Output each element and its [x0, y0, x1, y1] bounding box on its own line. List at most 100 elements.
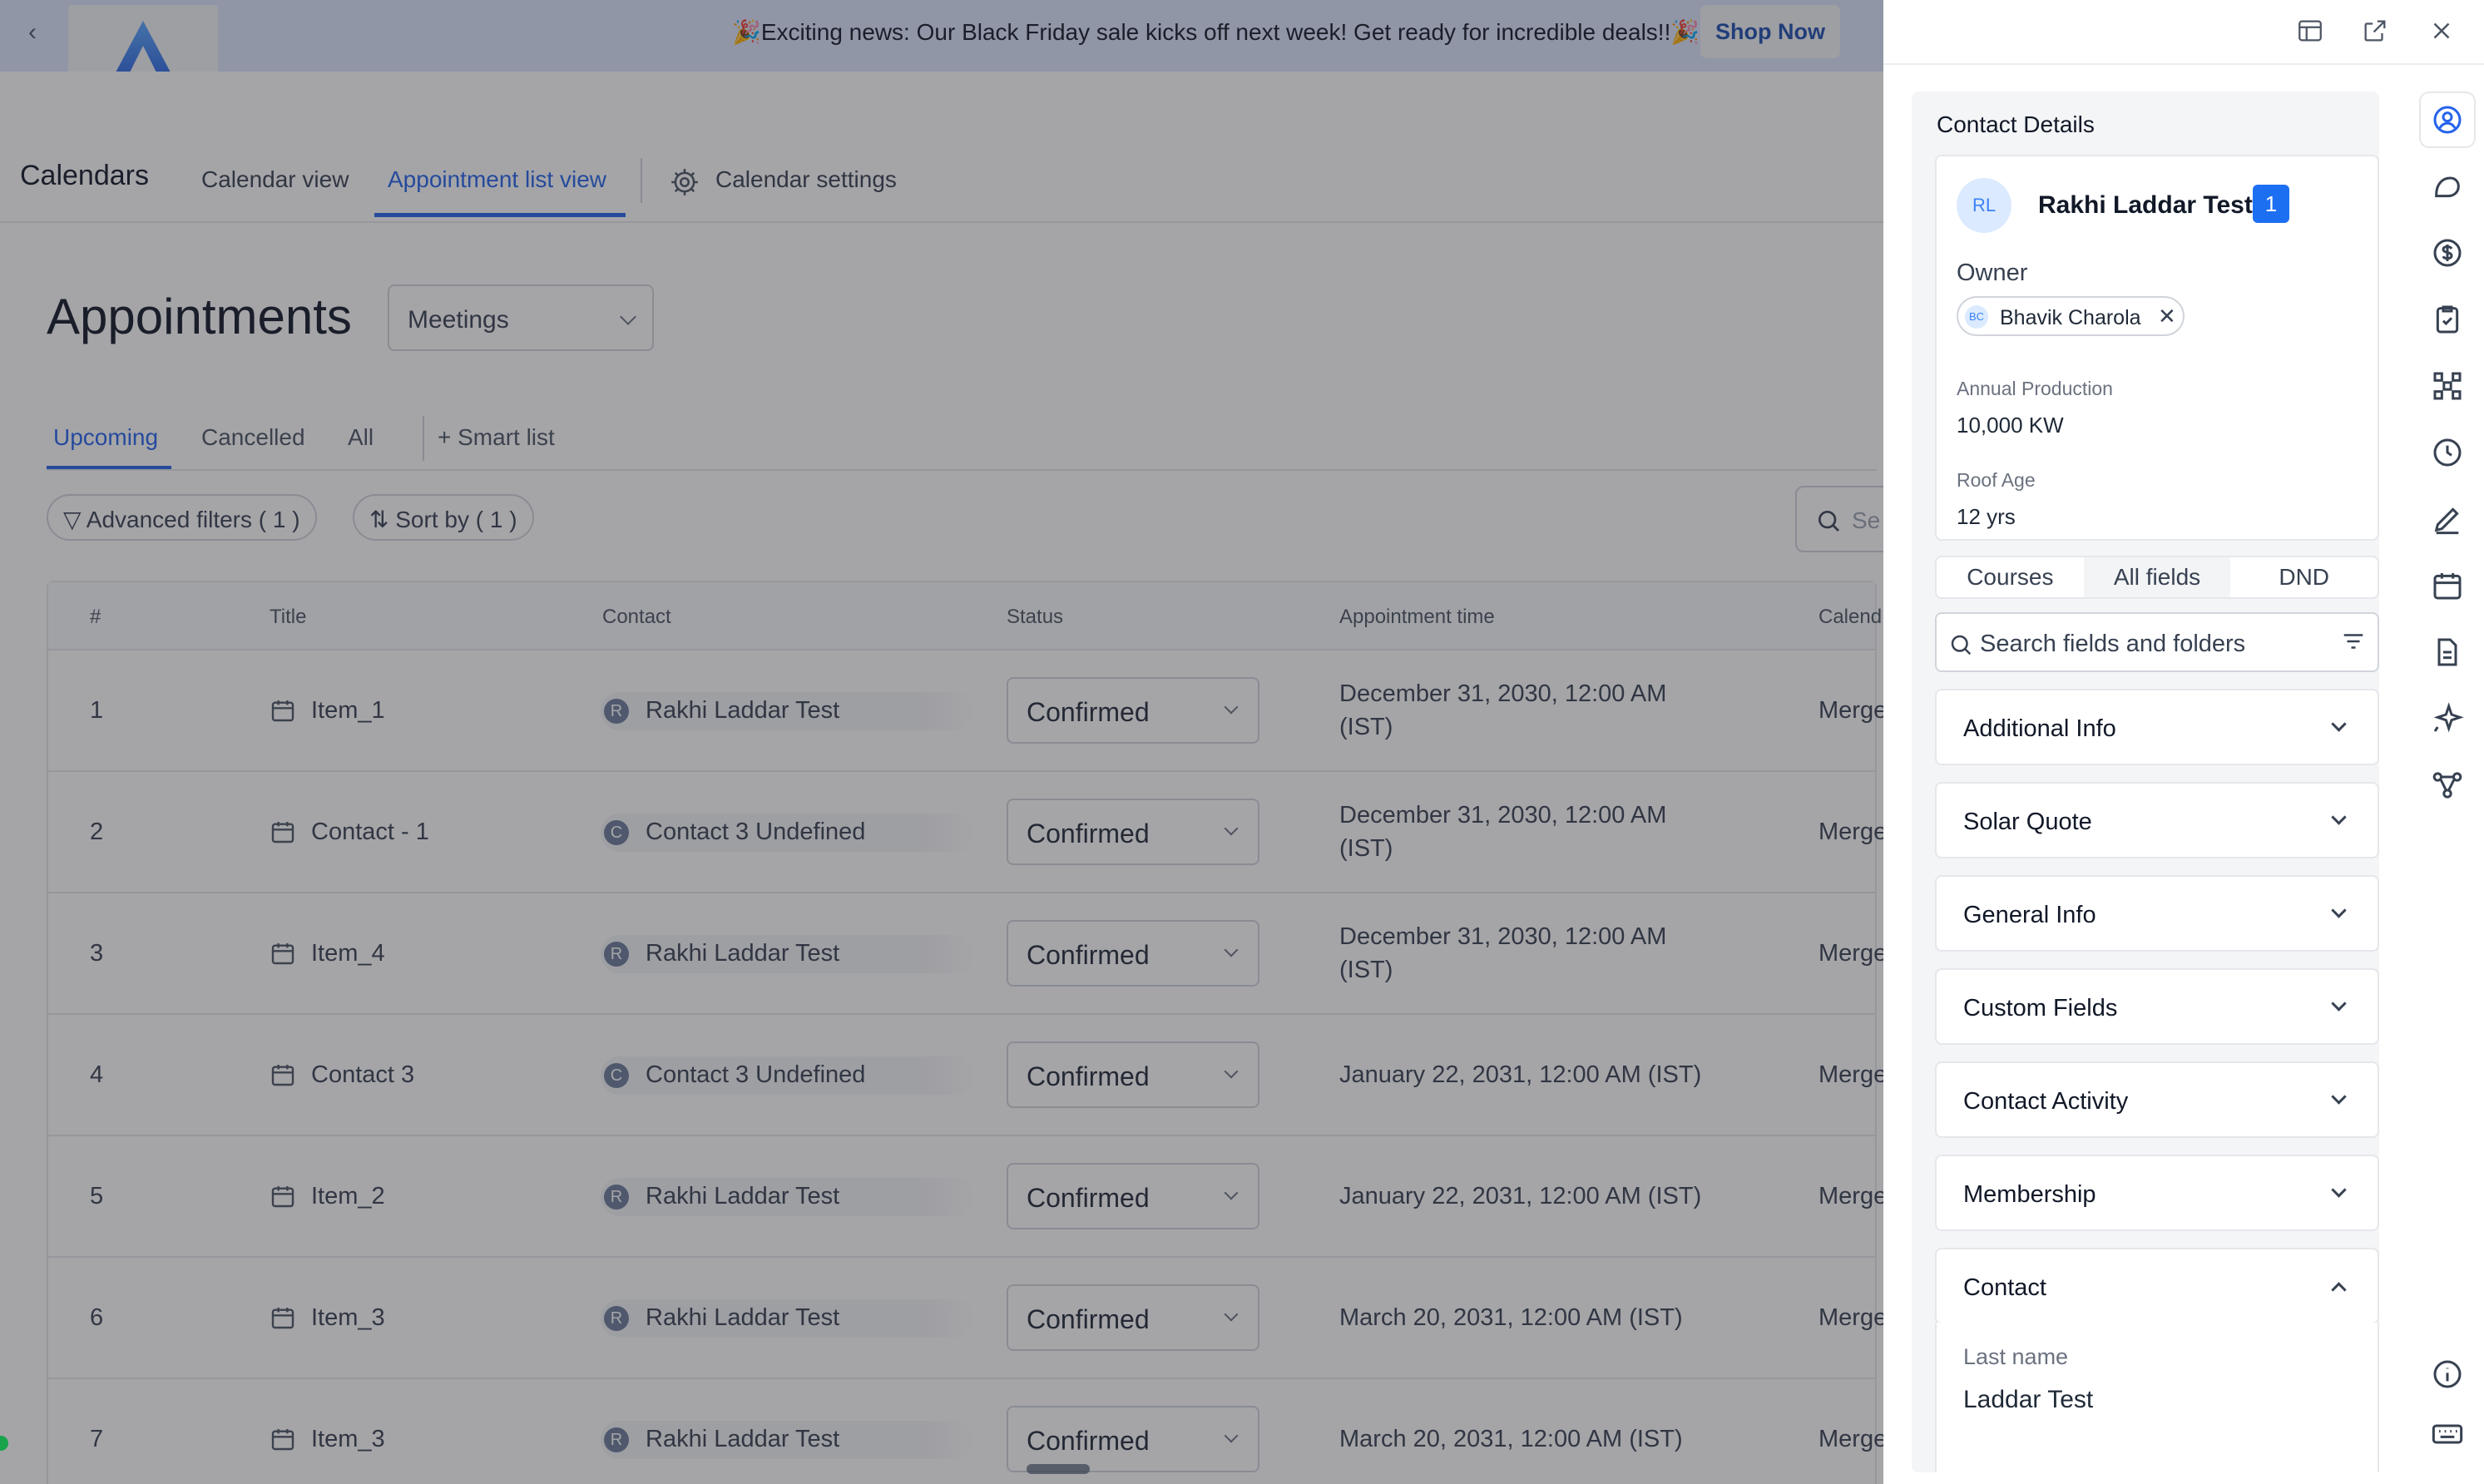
table-header: # Title Contact Status Appointment time … — [48, 582, 1882, 650]
contact-details-panel: Contact Details RL Rakhi Laddar Test 1 O… — [1912, 92, 2379, 1472]
section-custom-fields[interactable]: Custom Fields — [1935, 968, 2379, 1045]
chevron-down-icon — [1224, 1185, 1239, 1200]
appointment-title[interactable]: Contact - 1 — [311, 819, 429, 846]
remove-owner-icon[interactable]: ✕ — [2158, 304, 2176, 329]
tab-cancelled[interactable]: Cancelled — [201, 424, 305, 451]
annual-production-value: 10,000 KW — [1957, 413, 2064, 438]
contact-name[interactable]: Rakhi Laddar Test — [2038, 191, 2253, 220]
history-icon[interactable] — [2421, 426, 2474, 479]
section-title: General Info — [1963, 902, 2096, 928]
contact-icon[interactable] — [2421, 93, 2474, 146]
appointment-title[interactable]: Item_3 — [311, 1426, 385, 1453]
section-general-info[interactable]: General Info — [1935, 875, 2379, 952]
contact-name[interactable]: Rakhi Laddar Test — [646, 1304, 839, 1332]
section-additional-info[interactable]: Additional Info — [1935, 689, 2379, 765]
appointment-title[interactable]: Contact 3 — [311, 1061, 414, 1089]
nav-divider — [641, 158, 642, 203]
gear-icon[interactable] — [669, 166, 700, 202]
segment-courses[interactable]: Courses — [1937, 557, 2084, 597]
table-row[interactable]: 4 Contact 3 C Contact 3 Undefined Confirmed J… — [48, 1015, 1883, 1136]
appointment-title[interactable]: Item_1 — [311, 697, 385, 725]
calendar-name: Merge — [1818, 1426, 1883, 1452]
tab-calendar-settings[interactable]: Calendar settings — [715, 166, 897, 193]
appointment-title[interactable]: Item_4 — [311, 940, 385, 967]
status-select[interactable]: Confirmed — [1007, 1163, 1259, 1229]
conversation-icon[interactable] — [2421, 160, 2474, 213]
advanced-filters-button[interactable]: ▽ Advanced filters ( 1 ) — [47, 494, 317, 541]
status-select[interactable]: Confirmed — [1007, 1041, 1259, 1108]
status-select[interactable]: Confirmed — [1007, 677, 1259, 744]
section-membership[interactable]: Membership — [1935, 1155, 2379, 1231]
layout-icon[interactable] — [2296, 17, 2324, 49]
horizontal-scrollbar[interactable] — [1027, 1464, 1090, 1474]
calendar-select[interactable]: Meetings — [388, 284, 654, 351]
segment-dnd[interactable]: DND — [2230, 557, 2378, 597]
status-select[interactable]: Confirmed — [1007, 1406, 1259, 1472]
drawer-toolbar — [1883, 0, 2484, 65]
contact-name[interactable]: Rakhi Laddar Test — [646, 1183, 839, 1210]
tab-all[interactable]: All — [348, 424, 374, 451]
info-icon[interactable] — [2421, 1348, 2474, 1401]
row-number: 4 — [90, 1061, 104, 1088]
section-contact-activity[interactable]: Contact Activity — [1935, 1061, 2379, 1138]
calendar-name: Merge — [1818, 819, 1883, 845]
owner-name: Bhavik Charola — [2000, 306, 2141, 329]
document-icon[interactable] — [2421, 626, 2474, 679]
section-solar-quote[interactable]: Solar Quote — [1935, 782, 2379, 858]
open-external-icon[interactable] — [2361, 17, 2389, 49]
owner-chip[interactable]: BC Bhavik Charola ✕ — [1957, 296, 2185, 336]
table-row[interactable]: 3 Item_4 R Rakhi Laddar Test Confirmed Decemb… — [48, 893, 1883, 1015]
contact-name[interactable]: Contact 3 Undefined — [646, 1061, 865, 1089]
network-icon[interactable] — [2421, 359, 2474, 413]
page-title: Appointments — [47, 289, 352, 344]
contact-name[interactable]: Rakhi Laddar Test — [646, 940, 839, 967]
status-select[interactable]: Confirmed — [1007, 920, 1259, 987]
dollar-icon[interactable] — [2421, 226, 2474, 279]
section-contact[interactable]: Contact — [1935, 1248, 2379, 1324]
filter-lines-icon[interactable] — [2341, 629, 2366, 658]
roof-age-label: Roof Age — [1957, 469, 2036, 491]
close-icon[interactable] — [2427, 17, 2456, 49]
keyboard-icon[interactable] — [2421, 1407, 2474, 1461]
contact-avatar: C — [604, 1063, 629, 1088]
fields-search-input[interactable]: Search fields and folders — [1935, 612, 2379, 672]
smart-list-button[interactable]: + Smart list — [438, 424, 555, 451]
search-placeholder: Se — [1852, 507, 1881, 533]
pen-icon[interactable] — [2421, 492, 2474, 546]
appointment-time: March 20, 2031, 12:00 AM (IST) — [1339, 1426, 1683, 1452]
table-row[interactable]: 2 Contact - 1 C Contact 3 Undefined Confirme… — [48, 772, 1883, 893]
status-select[interactable]: Confirmed — [1007, 1284, 1259, 1351]
contact-name[interactable]: Contact 3 Undefined — [646, 819, 865, 846]
back-arrow-icon[interactable]: ‹ — [28, 18, 37, 47]
contact-name[interactable]: Rakhi Laddar Test — [646, 697, 839, 725]
table-row[interactable]: 1 Item_1 R Rakhi Laddar Test Confirmed Decemb… — [48, 650, 1883, 772]
calendar-icon[interactable] — [2421, 559, 2474, 612]
workflow-icon[interactable] — [2421, 759, 2474, 812]
tab-calendar-view[interactable]: Calendar view — [201, 166, 349, 193]
sparkle-icon[interactable] — [2421, 692, 2474, 745]
segment-all-fields[interactable]: All fields — [2083, 557, 2231, 597]
promo-banner: ‹ 🎉Exciting news: Our Black Friday sale … — [0, 0, 1883, 72]
chevron-down-icon — [1224, 942, 1239, 957]
status-select[interactable]: Confirmed — [1007, 799, 1259, 865]
contact-name[interactable]: Rakhi Laddar Test — [646, 1426, 839, 1453]
column-number: # — [90, 606, 101, 628]
tabs-divider — [423, 416, 424, 461]
table-row[interactable]: 6 Item_3 R Rakhi Laddar Test Confirmed March … — [48, 1258, 1883, 1379]
shop-now-button[interactable]: Shop Now — [1700, 5, 1840, 58]
contact-count-badge[interactable]: 1 — [2253, 185, 2289, 223]
clipboard-check-icon[interactable] — [2421, 293, 2474, 346]
last-name-value[interactable]: Laddar Test — [1963, 1386, 2093, 1414]
appointments-search-input[interactable]: Se — [1795, 486, 1883, 552]
contact-avatar: R — [604, 699, 629, 724]
appointment-time: December 31, 2030, 12:00 AM — [1339, 802, 1667, 829]
tab-upcoming[interactable]: Upcoming — [53, 424, 158, 451]
appointment-title[interactable]: Item_2 — [311, 1183, 385, 1210]
table-row[interactable]: 5 Item_2 R Rakhi Laddar Test Confirmed Januar… — [48, 1136, 1883, 1258]
sort-by-button[interactable]: ⇅ Sort by ( 1 ) — [353, 494, 534, 541]
section-title: Contact Activity — [1963, 1088, 2129, 1115]
chevron-down-icon — [2331, 809, 2347, 825]
appointment-title[interactable]: Item_3 — [311, 1304, 385, 1332]
table-row[interactable]: 7 Item_3 R Rakhi Laddar Test Confirmed March … — [48, 1379, 1883, 1484]
tab-appointment-list-view[interactable]: Appointment list view — [388, 166, 606, 193]
